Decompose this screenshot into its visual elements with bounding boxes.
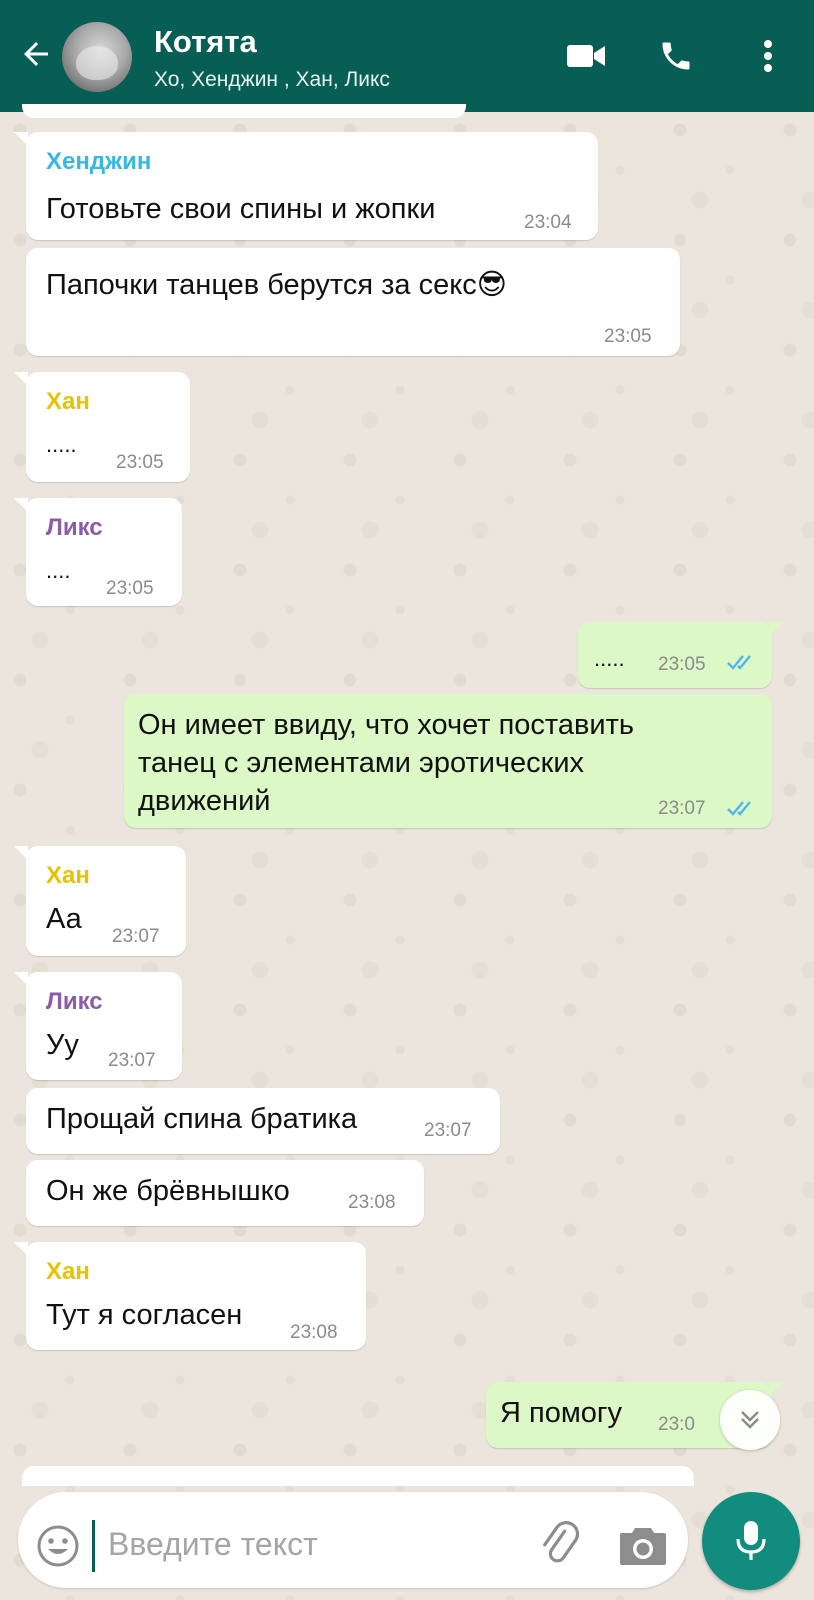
message-time: 23:05 (604, 326, 652, 347)
sender-name: Ликс (46, 988, 103, 1015)
message-input[interactable] (106, 1518, 510, 1570)
message-text: .... (46, 558, 71, 583)
sender-name: Хан (46, 862, 90, 889)
group-avatar[interactable] (62, 22, 132, 92)
sender-name: Хан (46, 388, 90, 415)
message-text: Готовьте свои спины и жопки (46, 193, 436, 225)
message-time: 23:07 (658, 798, 706, 819)
sender-name: Хенджин (46, 148, 152, 175)
message-time: 23:08 (348, 1192, 396, 1213)
message-bubble-partial (22, 104, 466, 118)
text-cursor (92, 1520, 95, 1572)
message-time: 23:08 (290, 1322, 338, 1343)
message-time: 23:07 (112, 926, 160, 947)
emoji-icon[interactable] (36, 1524, 80, 1568)
arrow-left-icon[interactable] (16, 34, 56, 74)
message-time: 23:05 (116, 452, 164, 473)
message-text: Я помогу (500, 1397, 622, 1429)
message-bubble-outgoing[interactable]: Он имеет ввиду, что хочет поставить тане… (124, 694, 772, 828)
message-bubble[interactable]: Хан Тут я согласен 23:08 (14, 1242, 366, 1350)
message-text: Тут я согласен (46, 1299, 243, 1331)
microphone-icon (736, 1521, 766, 1560)
scroll-to-bottom-button[interactable] (720, 1390, 780, 1450)
message-text: Он же брёвнышко (46, 1175, 290, 1207)
message-bubble[interactable]: Ликс Уу 23:07 (14, 972, 182, 1080)
read-receipt-icon (727, 801, 751, 816)
message-text: Папочки танцев берутся за секс😎 (46, 269, 507, 301)
chevron-double-down-icon (741, 1411, 759, 1429)
chat-header: Котята Хо, Хенджин , Хан, Ликс (0, 0, 814, 112)
message-bubble[interactable]: Папочки танцев берутся за секс😎 23:05 (26, 248, 680, 356)
sender-name: Ликс (46, 514, 103, 541)
message-bubble[interactable]: Ликс .... 23:05 (14, 498, 182, 606)
message-time: 23:05 (106, 578, 154, 599)
message-text-line: Он имеет ввиду, что хочет поставить (138, 709, 634, 741)
message-text: Уу (46, 1029, 79, 1061)
video-camera-icon[interactable] (564, 36, 608, 76)
read-receipt-icon (727, 655, 751, 670)
message-time: 23:07 (424, 1120, 472, 1141)
chat-participants[interactable]: Хо, Хенджин , Хан, Ликс (154, 68, 390, 92)
message-bubble-outgoing[interactable]: ..... 23:05 (578, 622, 784, 688)
chat-title[interactable]: Котята (154, 24, 257, 60)
message-text-line: танец с элементами эротических (138, 747, 585, 779)
message-text: ..... (594, 646, 625, 671)
message-bubble[interactable]: Хан ..... 23:05 (14, 372, 190, 482)
message-text-line: движений (138, 785, 271, 817)
camera-icon[interactable] (618, 1522, 668, 1568)
message-bubble-partial (22, 1466, 694, 1486)
message-text: Аа (46, 903, 82, 935)
more-vertical-icon[interactable] (748, 36, 788, 76)
message-text: ..... (46, 432, 77, 457)
message-time: 23:05 (658, 654, 706, 675)
message-text: Прощай спина братика (46, 1103, 358, 1135)
phone-icon[interactable] (654, 36, 698, 76)
message-bubble[interactable]: Он же брёвнышко 23:08 (26, 1160, 424, 1226)
message-bubble[interactable]: Хенджин Готовьте свои спины и жопки 23:0… (14, 132, 598, 240)
message-bubble[interactable]: Хан Аа 23:07 (14, 846, 186, 956)
sender-name: Хан (46, 1258, 90, 1285)
message-time: 23:04 (524, 212, 572, 233)
message-bubble[interactable]: Прощай спина братика 23:07 (26, 1088, 500, 1154)
paperclip-icon[interactable] (536, 1520, 586, 1570)
message-time: 23:0 (658, 1414, 695, 1435)
voice-message-button[interactable] (702, 1492, 800, 1590)
message-time: 23:07 (108, 1050, 156, 1071)
